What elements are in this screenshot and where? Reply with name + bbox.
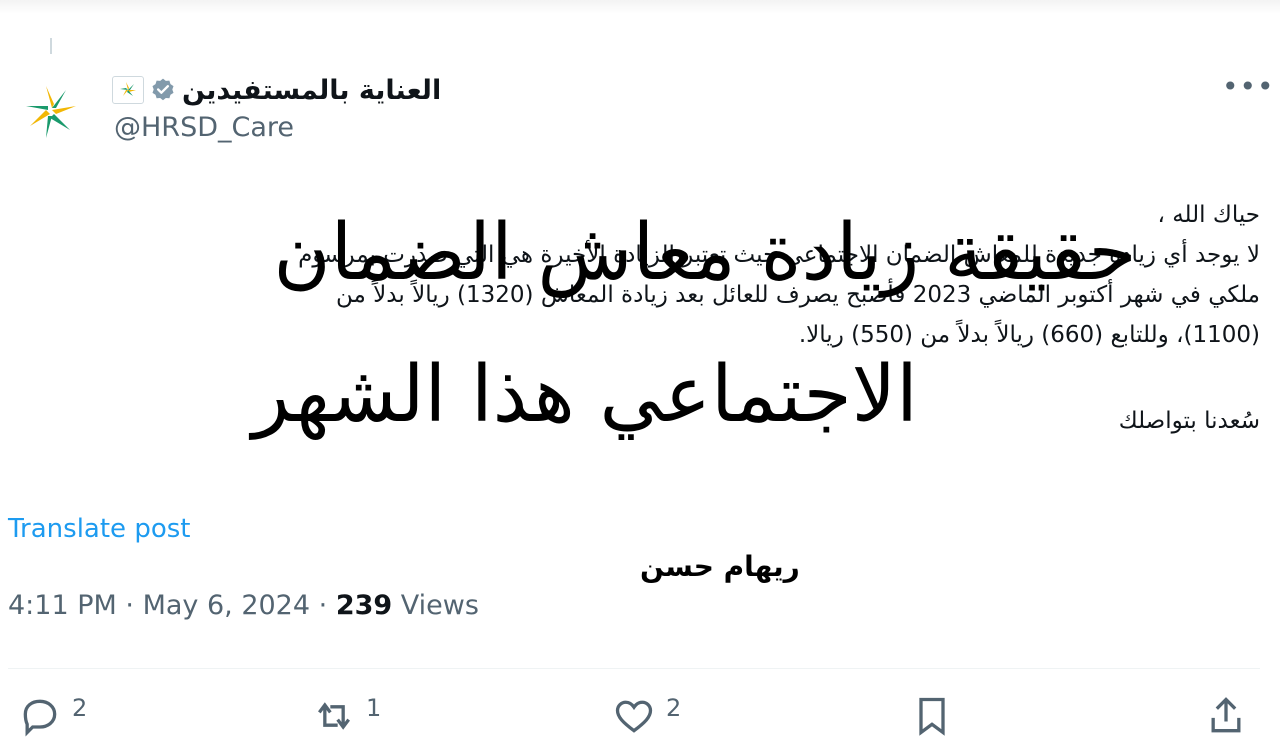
views-label: Views: [400, 590, 479, 621]
headline-line: الاجتماعي هذا الشهر: [252, 350, 918, 440]
author-name: ريهام حسن: [640, 550, 800, 583]
more-icon[interactable]: •••: [1222, 70, 1275, 103]
top-fade: [0, 0, 1280, 14]
meta-separator: ·: [125, 590, 134, 621]
flag-badge-icon: [112, 76, 144, 104]
tweet-date[interactable]: May 6, 2024: [143, 590, 310, 621]
like-icon: [615, 700, 653, 733]
meta-separator: ·: [318, 590, 328, 621]
logo-icon: [26, 86, 76, 138]
reply-count: 2: [72, 694, 88, 722]
bookmark-icon: [919, 697, 945, 736]
repost-icon: [318, 702, 350, 730]
verified-icon: [152, 78, 174, 101]
tweet-meta: 4:11 PM · May 6, 2024 · 239 Views: [8, 590, 479, 621]
translate-link[interactable]: Translate post: [8, 514, 190, 544]
tweet-time[interactable]: 4:11 PM: [8, 590, 117, 621]
thread-line: [50, 38, 52, 54]
repost-button[interactable]: 1: [312, 694, 381, 738]
views-count: 239: [335, 590, 393, 621]
account-handle[interactable]: @HRSD_Care: [114, 112, 294, 143]
divider: [8, 668, 1260, 669]
share-button[interactable]: [1204, 694, 1248, 738]
bookmark-button[interactable]: [910, 694, 954, 738]
headline-overlay: حقيقة زيادة معاش الضمان الاجتماعي هذا ال…: [0, 205, 1280, 443]
reply-button[interactable]: 2: [18, 694, 87, 738]
account-header: العناية بالمستفيدين: [112, 70, 441, 110]
reply-icon: [23, 699, 57, 737]
share-icon: [1211, 697, 1241, 733]
repost-count: 1: [366, 694, 382, 722]
headline-line: حقيقة زيادة معاش الضمان: [273, 208, 1137, 298]
display-name[interactable]: العناية بالمستفيدين: [182, 75, 441, 106]
avatar[interactable]: [20, 78, 84, 142]
like-button[interactable]: 2: [612, 694, 681, 738]
like-count: 2: [666, 694, 682, 722]
